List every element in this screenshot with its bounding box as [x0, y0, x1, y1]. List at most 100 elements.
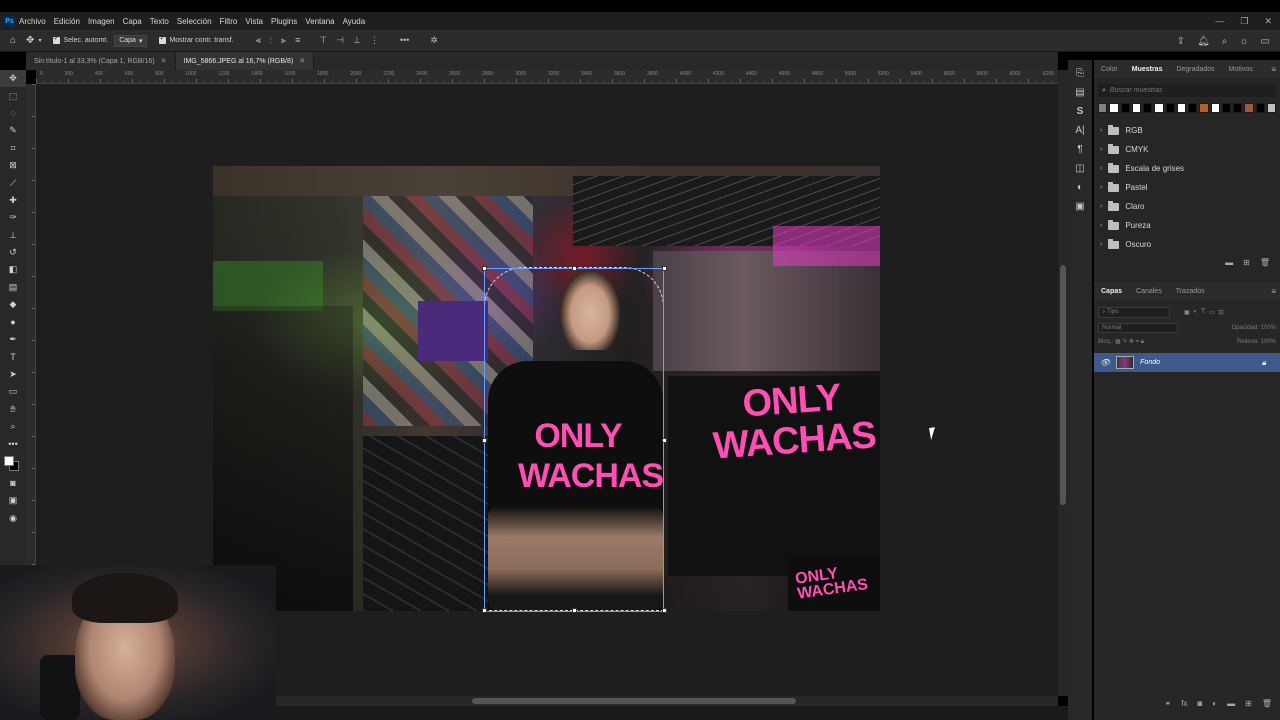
more-options-icon[interactable]: •••	[400, 35, 409, 46]
swatch-group-claro[interactable]: › Claro	[1094, 197, 1280, 216]
close-window-button[interactable]: ✕	[1264, 16, 1272, 27]
menu-imagen[interactable]: Imagen	[84, 17, 119, 26]
chevron-down-icon[interactable]: ▾	[38, 37, 41, 44]
comments-icon[interactable]: ▤	[1075, 87, 1084, 98]
scroll-thumb[interactable]	[472, 698, 796, 704]
tab-capas[interactable]: Capas	[1094, 288, 1129, 295]
swatch-search-input[interactable]: ⌕ Buscar muestras	[1098, 84, 1276, 97]
distribute-icon[interactable]: ≡	[295, 35, 300, 46]
swatch[interactable]	[1131, 103, 1141, 113]
history-icon[interactable]: ⎘	[1076, 68, 1084, 79]
swatch-group-oscuro[interactable]: › Oscuro	[1094, 235, 1280, 254]
close-icon[interactable]: ✕	[299, 57, 305, 65]
hand-tool-icon[interactable]: ✋︎	[0, 400, 26, 417]
frame-tool-icon[interactable]: ⊠	[0, 157, 26, 174]
swatch[interactable]	[1120, 103, 1130, 113]
auto-select-checkbox[interactable]: Selec. automt.	[53, 34, 108, 44]
color-chips[interactable]	[0, 453, 26, 475]
swatch-group-grayscale[interactable]: › Escala de grises	[1094, 159, 1280, 178]
filter-smart-icon[interactable]: ⊡	[1219, 309, 1224, 316]
lasso-tool-icon[interactable]: ◌	[0, 105, 26, 122]
swatch[interactable]	[1221, 103, 1231, 113]
tab-degradados[interactable]: Degradados	[1169, 66, 1221, 73]
tab-motivos[interactable]: Motivos	[1222, 66, 1260, 73]
dodge-tool-icon[interactable]: ●	[0, 313, 26, 330]
more-tools-icon[interactable]: •••	[0, 435, 26, 452]
menu-ayuda[interactable]: Ayuda	[339, 17, 370, 26]
close-icon[interactable]: ✕	[161, 57, 167, 65]
menu-plugins[interactable]: Plugins	[267, 17, 301, 26]
add-mask-icon[interactable]: ◙	[1197, 699, 1202, 708]
brush-tool-icon[interactable]: ✑	[0, 209, 26, 226]
swatch[interactable]	[1188, 103, 1198, 113]
swatch[interactable]	[1098, 103, 1108, 113]
eye-icon[interactable]: 👁︎	[1100, 358, 1110, 367]
tab-img-5866[interactable]: IMG_5866.JPEG al 16,7% (RGB/8) ✕	[175, 52, 315, 70]
auto-select-target-dropdown[interactable]: Capa ▾	[114, 34, 148, 47]
workspace-icon[interactable]: ▭	[1261, 36, 1270, 47]
scroll-thumb[interactable]	[1060, 265, 1066, 505]
zoom-tool-icon[interactable]: ⌕	[0, 418, 26, 435]
align-left-icon[interactable]: ⫷	[256, 35, 261, 46]
character-icon[interactable]: S	[1077, 106, 1084, 117]
properties-icon[interactable]: ◫	[1075, 163, 1084, 174]
move-tool-icon[interactable]: ✥	[26, 35, 34, 46]
adjustment-layer-icon[interactable]: ◐	[1212, 699, 1217, 708]
tab-untitled[interactable]: Sin título-1 al 33,3% (Capa 1, RGB/16) ✕	[26, 52, 176, 70]
tab-canales[interactable]: Canales	[1129, 288, 1169, 295]
horizontal-scrollbar[interactable]	[276, 696, 1058, 706]
adjustments-icon[interactable]: ◐	[1077, 182, 1083, 193]
menu-texto[interactable]: Texto	[146, 17, 173, 26]
trash-icon[interactable]: 🗑︎	[1260, 258, 1270, 267]
swatch[interactable]	[1154, 103, 1164, 113]
align-bottom-icon[interactable]: ⊥	[353, 35, 361, 46]
new-group-icon[interactable]: ▬	[1225, 258, 1233, 267]
quick-mask-icon[interactable]: ◙	[0, 475, 26, 492]
lightbulb-icon[interactable]: ☼	[1239, 36, 1248, 47]
swatch-group-pureza[interactable]: › Pureza	[1094, 216, 1280, 235]
menu-vista[interactable]: Vista	[241, 17, 267, 26]
crop-tool-icon[interactable]: ⌗	[0, 140, 26, 157]
show-transform-checkbox[interactable]: Mostrar contr. transf.	[159, 34, 234, 44]
vertical-scrollbar[interactable]	[1058, 70, 1068, 696]
new-layer-icon[interactable]: ⊞	[1245, 699, 1252, 708]
link-layers-icon[interactable]: ⚭	[1165, 699, 1172, 708]
healing-brush-icon[interactable]: ✚	[0, 192, 26, 209]
eraser-tool-icon[interactable]: ◧	[0, 261, 26, 278]
swatch-group-pastel[interactable]: › Pastel	[1094, 178, 1280, 197]
filter-type-icon[interactable]: T	[1201, 309, 1205, 315]
panel-menu-icon[interactable]: ≡	[1271, 287, 1276, 296]
menu-filtro[interactable]: Filtro	[216, 17, 242, 26]
restore-button[interactable]: ❐	[1240, 16, 1248, 27]
swatch[interactable]	[1266, 103, 1276, 113]
brush-settings-icon[interactable]: ¶	[1077, 144, 1082, 155]
shape-tool-icon[interactable]: ▭	[0, 383, 26, 400]
tab-trazados[interactable]: Trazados	[1169, 288, 1212, 295]
share-icon[interactable]: ⇪	[1177, 36, 1185, 47]
tab-color[interactable]: Color	[1094, 66, 1125, 73]
swatch-group-rgb[interactable]: › RGB	[1094, 121, 1280, 140]
layer-style-icon[interactable]: fx	[1181, 699, 1187, 708]
marquee-tool-icon[interactable]: ⬚	[0, 87, 26, 104]
libraries-icon[interactable]: ▣	[1075, 201, 1084, 212]
history-brush-icon[interactable]: ↺	[0, 244, 26, 261]
panel-menu-icon[interactable]: ≡	[1271, 65, 1276, 74]
new-swatch-icon[interactable]: ⊞	[1243, 258, 1250, 267]
document-image[interactable]: ONLY WACHAS ONLY WACHAS ONLY WACHAS	[213, 166, 880, 611]
type-tool-icon[interactable]: T	[0, 348, 26, 365]
align-right-icon[interactable]: ⫸	[281, 35, 286, 46]
blur-tool-icon[interactable]: ◆	[0, 296, 26, 313]
align-middle-icon[interactable]: ⊣	[336, 35, 344, 46]
gear-icon[interactable]: ✲	[430, 35, 438, 46]
swatch[interactable]	[1176, 103, 1186, 113]
camera-icon[interactable]: ◉	[0, 509, 26, 526]
layer-name[interactable]: Fondo	[1140, 359, 1160, 366]
notification-icon[interactable]: 🔔︎	[1197, 36, 1210, 47]
menu-edicion[interactable]: Edición	[50, 17, 84, 26]
swatch[interactable]	[1210, 103, 1220, 113]
menu-ventana[interactable]: Ventana	[301, 17, 338, 26]
distribute-vertical-icon[interactable]: ⋮	[370, 35, 379, 46]
pen-tool-icon[interactable]: ✒	[0, 331, 26, 348]
eyedropper-tool-icon[interactable]: ⟋	[0, 174, 26, 191]
filter-adjustment-icon[interactable]: ◐	[1194, 309, 1198, 315]
